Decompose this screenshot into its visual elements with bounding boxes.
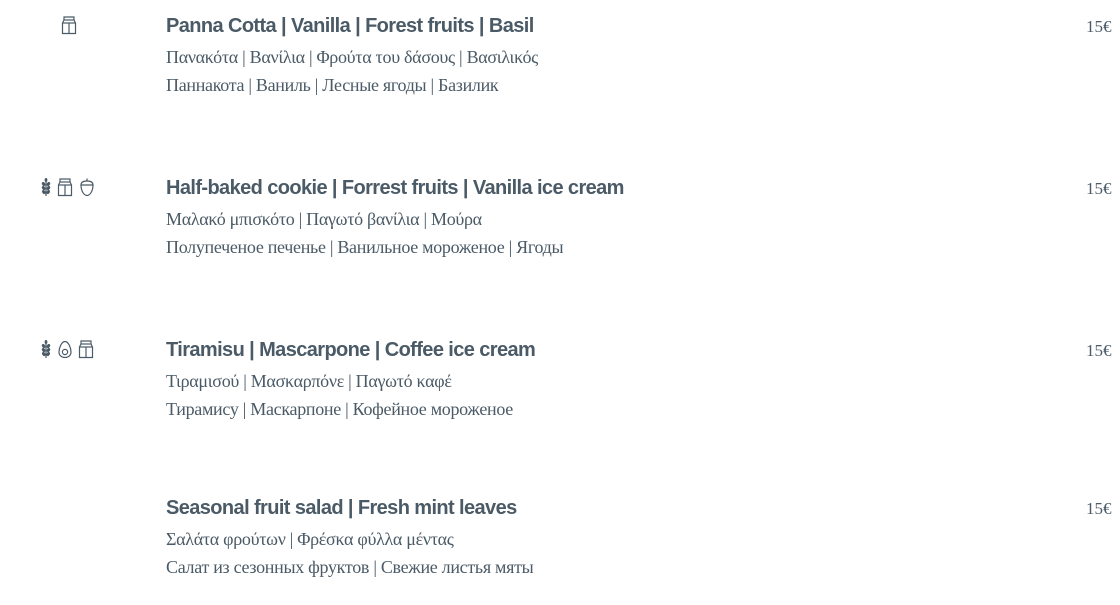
- menu-item: Seasonal fruit salad | Fresh mint leaves…: [0, 495, 1120, 605]
- wheat-icon: [40, 339, 52, 359]
- allergen-icons: [40, 177, 96, 197]
- milk-carton-icon: [57, 177, 73, 197]
- menu-item: Panna Cotta | Vanilla | Forest fruits | …: [0, 13, 1120, 123]
- dish-title: Seasonal fruit salad | Fresh mint leaves: [166, 497, 517, 519]
- dish-price: 15€: [1086, 499, 1112, 518]
- dish-description-greek: Τιραμισού | Μασκαρπόνε | Παγωτό καφέ: [166, 371, 452, 391]
- allergen-icons: [61, 15, 77, 35]
- dish-price: 15€: [1086, 17, 1112, 36]
- dish-price: 15€: [1086, 179, 1112, 198]
- dish-description-greek: Μαλακό μπισκότο | Παγωτό βανίλια | Μούρα: [166, 209, 482, 229]
- nut-icon: [78, 177, 96, 197]
- dish-description-greek: Πανακότα | Βανίλια | Φρούτα του δάσους |…: [166, 47, 539, 67]
- dish-description-russian: Паннакота | Ваниль | Лесные ягоды | Бази…: [166, 75, 499, 95]
- milk-carton-icon: [61, 15, 77, 35]
- allergen-icons: [40, 339, 94, 359]
- egg-icon: [57, 339, 73, 359]
- dish-title: Panna Cotta | Vanilla | Forest fruits | …: [166, 15, 534, 37]
- dish-description-russian: Салат из сезонных фруктов | Свежие листь…: [166, 557, 534, 577]
- dish-description-greek: Σαλάτα φρούτων | Φρέσκα φύλλα μέντας: [166, 529, 454, 549]
- dish-price: 15€: [1086, 341, 1112, 360]
- milk-carton-icon: [78, 339, 94, 359]
- dish-description-russian: Тирамису | Маскарпоне | Кофейное морожен…: [166, 399, 513, 419]
- menu-item: Tiramisu | Mascarpone | Coffee ice cream…: [0, 337, 1120, 447]
- menu-item: Half-baked cookie | Forrest fruits | Van…: [0, 175, 1120, 285]
- wheat-icon: [40, 177, 52, 197]
- dish-title: Half-baked cookie | Forrest fruits | Van…: [166, 177, 624, 199]
- dish-description-russian: Полупеченое печенье | Ванильное морожено…: [166, 237, 564, 257]
- dish-title: Tiramisu | Mascarpone | Coffee ice cream: [166, 339, 536, 361]
